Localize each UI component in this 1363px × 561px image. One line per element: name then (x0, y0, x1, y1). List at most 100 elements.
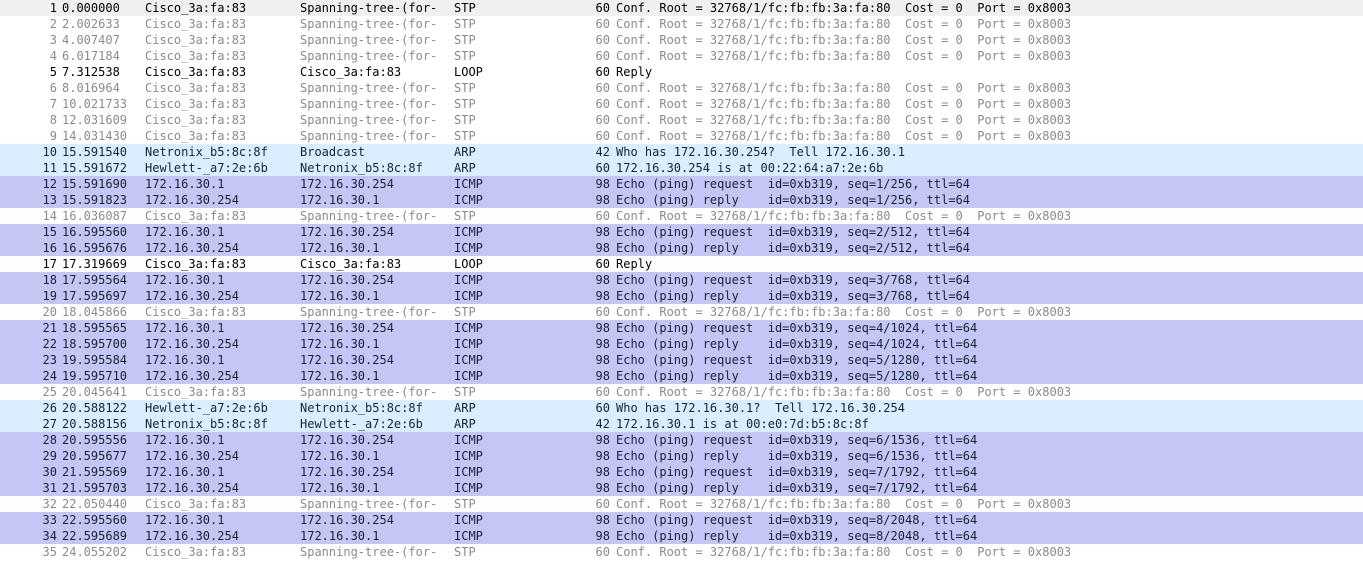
packet-length: 98 (595, 353, 610, 367)
packet-row[interactable]: 21 18.595565 172.16.30.1 172.16.30.254 ICMP 9… (0, 320, 1363, 336)
packet-row[interactable]: 11 15.591672 Hewlett-_a7:2e:6b Netronix_b5:… (0, 160, 1363, 176)
packet-row[interactable]: 5 7.312538 Cisco_3a:fa:83 Cisco_3a:fa:83 LOO… (0, 64, 1363, 80)
packet-row[interactable]: 19 17.595697 172.16.30.254 172.16.30.1 ICMP 9… (0, 288, 1363, 304)
packet-row[interactable]: 22 18.595700 172.16.30.254 172.16.30.1 ICMP 9… (0, 336, 1363, 352)
packet-row[interactable]: 14 16.036087 Cisco_3a:fa:83 Spanning-tree-(… (0, 208, 1363, 224)
packet-info: Conf. Root = 32768/1/fc:fb:fb:3a:fa:80 C… (616, 33, 1072, 47)
packet-row[interactable]: 17 17.319669 Cisco_3a:fa:83 Cisco_3a:fa:83 L… (0, 256, 1363, 272)
packet-destination: 172.16.30.1 (300, 449, 380, 463)
packet-time: 4.007407 (62, 33, 120, 47)
packet-row[interactable]: 31 21.595703 172.16.30.254 172.16.30.1 ICMP 9… (0, 480, 1363, 496)
packet-row[interactable]: 28 20.595556 172.16.30.1 172.16.30.254 ICMP 9… (0, 432, 1363, 448)
packet-time: 10.021733 (62, 97, 128, 111)
packet-row[interactable]: 8 12.031609 Cisco_3a:fa:83 Spanning-tree-(f… (0, 112, 1363, 128)
packet-row[interactable]: 23 19.595584 172.16.30.1 172.16.30.254 ICMP 9… (0, 352, 1363, 368)
packet-row[interactable]: 26 20.588122 Hewlett-_a7:2e:6b Netronix_b5:… (0, 400, 1363, 416)
packet-number: 11 (42, 161, 57, 175)
packet-row[interactable]: 20 18.045866 Cisco_3a:fa:83 Spanning-tree-(… (0, 304, 1363, 320)
packet-number: 27 (42, 417, 57, 431)
packet-number: 30 (42, 465, 57, 479)
packet-row[interactable]: 34 22.595689 172.16.30.254 172.16.30.1 ICMP 9… (0, 528, 1363, 544)
packet-destination: Spanning-tree-(for- (300, 113, 438, 127)
packet-source: Cisco_3a:fa:83 (145, 545, 247, 559)
packet-number: 15 (42, 225, 57, 239)
packet-source: 172.16.30.1 (145, 513, 225, 527)
packet-destination: Spanning-tree-(for- (300, 97, 438, 111)
packet-source: 172.16.30.1 (145, 321, 225, 335)
packet-destination: 172.16.30.254 (300, 177, 394, 191)
packet-source: 172.16.30.1 (145, 433, 225, 447)
packet-destination: 172.16.30.254 (300, 433, 394, 447)
packet-row[interactable]: 33 22.595560 172.16.30.1 172.16.30.254 ICMP 9… (0, 512, 1363, 528)
packet-source: Cisco_3a:fa:83 (145, 129, 247, 143)
packet-row[interactable]: 2 2.002633 Cisco_3a:fa:83 Spanning-tree-(fo… (0, 16, 1363, 32)
packet-number: 17 (42, 257, 57, 271)
packet-info: Echo (ping) request id=0xb319, seq=5/128… (616, 353, 978, 367)
packet-info: Echo (ping) reply id=0xb319, seq=4/1024,… (616, 337, 978, 351)
packet-destination: 172.16.30.1 (300, 289, 380, 303)
packet-number: 32 (42, 497, 57, 511)
packet-length: 98 (595, 177, 610, 191)
packet-time: 12.031609 (62, 113, 128, 127)
packet-protocol: ICMP (454, 465, 483, 479)
packet-row[interactable]: 3 4.007407 Cisco_3a:fa:83 Spanning-tree-(fo… (0, 32, 1363, 48)
packet-row[interactable]: 25 20.045641 Cisco_3a:fa:83 Spanning-tree-(… (0, 384, 1363, 400)
packet-source: 172.16.30.1 (145, 465, 225, 479)
packet-info: Echo (ping) reply id=0xb319, seq=5/1280,… (616, 369, 978, 383)
packet-row[interactable]: 30 21.595569 172.16.30.1 172.16.30.254 ICMP 9… (0, 464, 1363, 480)
packet-source: Cisco_3a:fa:83 (145, 209, 247, 223)
packet-length: 60 (595, 129, 610, 143)
packet-row[interactable]: 35 24.055202 Cisco_3a:fa:83 Spanning-tree-(… (0, 544, 1363, 560)
packet-source: Cisco_3a:fa:83 (145, 305, 247, 319)
packet-info: Conf. Root = 32768/1/fc:fb:fb:3a:fa:80 C… (616, 1, 1072, 15)
packet-row[interactable]: 18 17.595564 172.16.30.1 172.16.30.254 ICMP 9… (0, 272, 1363, 288)
packet-info: Conf. Root = 32768/1/fc:fb:fb:3a:fa:80 C… (616, 545, 1072, 559)
packet-row[interactable]: 24 19.595710 172.16.30.254 172.16.30.1 ICMP 9… (0, 368, 1363, 384)
packet-destination: Spanning-tree-(for- (300, 305, 438, 319)
packet-protocol: ICMP (454, 193, 483, 207)
packet-destination: Cisco_3a:fa:83 (300, 257, 402, 271)
packet-protocol: ICMP (454, 273, 483, 287)
packet-length: 60 (595, 65, 610, 79)
packet-row[interactable]: 15 16.595560 172.16.30.1 172.16.30.254 ICMP 9… (0, 224, 1363, 240)
packet-row[interactable]: 27 20.588156 Netronix_b5:8c:8f Hewlett-_a7:… (0, 416, 1363, 432)
packet-row[interactable]: 12 15.591690 172.16.30.1 172.16.30.254 ICMP 9… (0, 176, 1363, 192)
packet-row[interactable]: 1 0.000000 Cisco_3a:fa:83 Spanning-tree-(fo… (0, 0, 1363, 16)
packet-number: 20 (42, 305, 57, 319)
packet-row[interactable]: 16 16.595676 172.16.30.254 172.16.30.1 ICMP 9… (0, 240, 1363, 256)
packet-destination: 172.16.30.254 (300, 513, 394, 527)
packet-row[interactable]: 9 14.031430 Cisco_3a:fa:83 Spanning-tree-(f… (0, 128, 1363, 144)
packet-length: 60 (595, 209, 610, 223)
packet-row[interactable]: 4 6.017184 Cisco_3a:fa:83 Spanning-tree-(fo… (0, 48, 1363, 64)
packet-source: 172.16.30.254 (145, 481, 239, 495)
packet-source: 172.16.30.254 (145, 241, 239, 255)
packet-row[interactable]: 10 15.591540 Netronix_b5:8c:8f Broadcast ARP… (0, 144, 1363, 160)
packet-number: 24 (42, 369, 57, 383)
packet-row[interactable]: 29 20.595677 172.16.30.254 172.16.30.1 ICMP 9… (0, 448, 1363, 464)
packet-length: 98 (595, 433, 610, 447)
packet-source: Cisco_3a:fa:83 (145, 113, 247, 127)
packet-destination: Spanning-tree-(for- (300, 545, 438, 559)
packet-list[interactable]: 1 0.000000 Cisco_3a:fa:83 Spanning-tree-(fo… (0, 0, 1363, 561)
packet-length: 60 (595, 49, 610, 63)
packet-destination: Spanning-tree-(for- (300, 1, 438, 15)
packet-protocol: STP (454, 129, 476, 143)
packet-length: 98 (595, 273, 610, 287)
packet-length: 98 (595, 369, 610, 383)
packet-row[interactable]: 7 10.021733 Cisco_3a:fa:83 Spanning-tree-(f… (0, 96, 1363, 112)
packet-protocol: STP (454, 81, 476, 95)
packet-number: 5 (49, 65, 57, 79)
packet-time: 21.595703 (62, 481, 128, 495)
packet-protocol: ICMP (454, 529, 483, 543)
packet-length: 60 (595, 113, 610, 127)
packet-number: 29 (42, 449, 57, 463)
packet-row[interactable]: 32 22.050440 Cisco_3a:fa:83 Spanning-tree-(… (0, 496, 1363, 512)
packet-info: Echo (ping) reply id=0xb319, seq=8/2048,… (616, 529, 978, 543)
packet-number: 3 (49, 33, 57, 47)
packet-source: Cisco_3a:fa:83 (145, 97, 247, 111)
packet-length: 60 (595, 17, 610, 31)
packet-row[interactable]: 13 15.591823 172.16.30.254 172.16.30.1 ICMP 9… (0, 192, 1363, 208)
packet-source: 172.16.30.254 (145, 337, 239, 351)
packet-row[interactable]: 6 8.016964 Cisco_3a:fa:83 Spanning-tree-(fo… (0, 80, 1363, 96)
packet-protocol: LOOP (454, 65, 483, 79)
